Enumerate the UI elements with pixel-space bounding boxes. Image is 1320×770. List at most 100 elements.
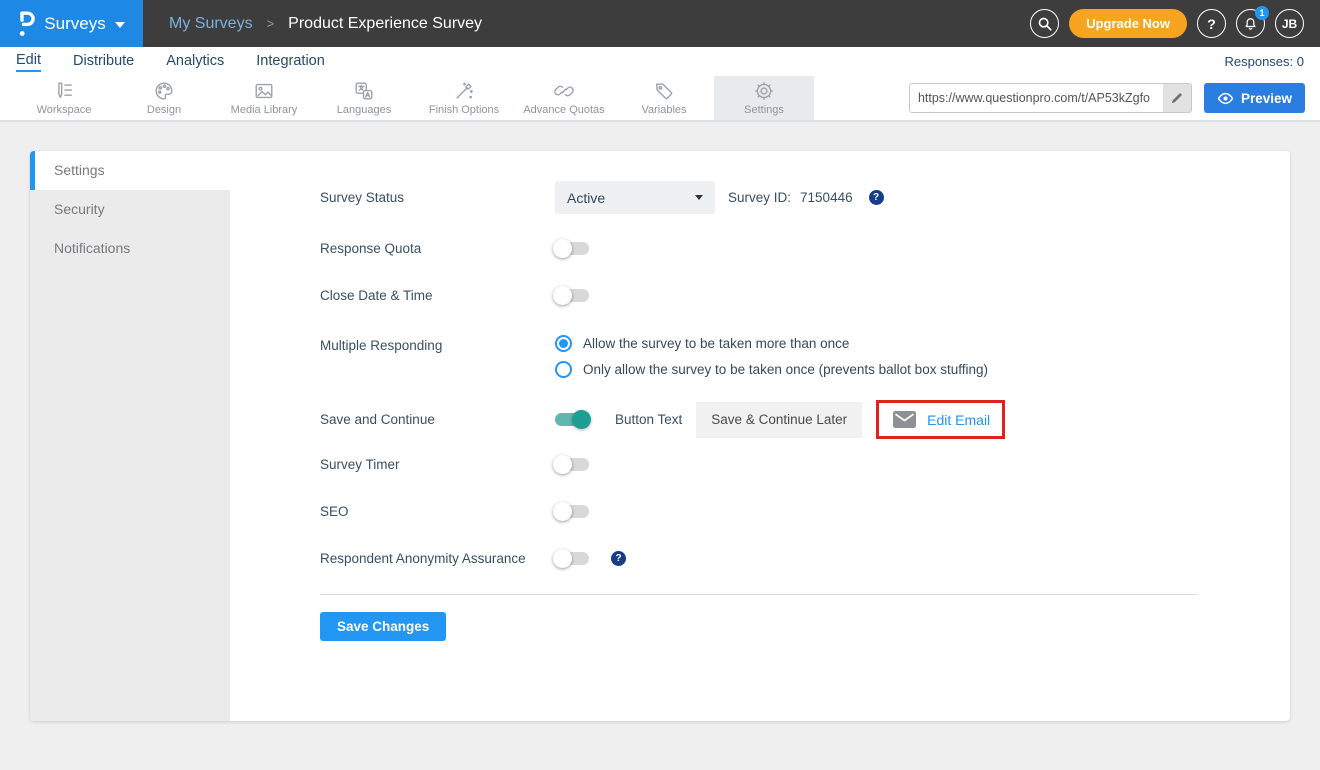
settings-sidebar: Settings Security Notifications: [30, 151, 230, 721]
multiple-responding-options: Allow the survey to be taken more than o…: [555, 335, 988, 378]
notifications-button[interactable]: 1: [1236, 9, 1265, 38]
toolbar-item-finish-options[interactable]: Finish Options: [414, 76, 514, 120]
toolbar-item-settings[interactable]: Settings: [714, 76, 814, 120]
edit-email-link[interactable]: Edit Email: [927, 412, 990, 428]
breadcrumb: My Surveys > Product Experience Survey: [169, 0, 482, 47]
media-library-icon: [253, 80, 275, 102]
survey-timer-label: Survey Timer: [320, 457, 555, 472]
radio-option-multiple[interactable]: Allow the survey to be taken more than o…: [555, 335, 988, 352]
save-and-continue-toggle[interactable]: [555, 413, 589, 426]
app-logo-menu[interactable]: Surveys: [0, 0, 143, 47]
advance-quotas-link-icon: [553, 80, 575, 102]
toolbar-item-label: Settings: [744, 104, 784, 116]
toggle-knob: [553, 502, 572, 521]
sidebar-item-security[interactable]: Security: [30, 190, 230, 229]
eye-icon: [1217, 92, 1234, 105]
radio-selected-icon[interactable]: [555, 335, 572, 352]
survey-timer-toggle[interactable]: [555, 458, 589, 471]
sidebar-item-settings[interactable]: Settings: [30, 151, 230, 190]
toolbar-item-label: Finish Options: [429, 104, 499, 116]
design-palette-icon: [153, 80, 175, 102]
respondent-anonymity-toggle[interactable]: [555, 552, 589, 565]
radio-option-label: Only allow the survey to be taken once (…: [583, 362, 988, 377]
breadcrumb-my-surveys[interactable]: My Surveys: [169, 15, 253, 33]
top-header-bar: Surveys My Surveys > Product Experience …: [0, 0, 1320, 47]
upgrade-now-button[interactable]: Upgrade Now: [1069, 9, 1187, 38]
notification-badge: 1: [1255, 6, 1269, 20]
response-quota-label: Response Quota: [320, 241, 555, 256]
avatar[interactable]: JB: [1275, 9, 1304, 38]
toolbar-item-label: Languages: [337, 104, 391, 116]
preview-button[interactable]: Preview: [1204, 83, 1305, 113]
edit-url-button[interactable]: [1163, 84, 1191, 112]
email-envelope-icon: [893, 411, 916, 428]
tab-integration[interactable]: Integration: [256, 53, 325, 71]
toggle-knob: [553, 455, 572, 474]
sidebar-item-notifications[interactable]: Notifications: [30, 229, 230, 268]
avatar-initials: JB: [1282, 17, 1297, 31]
search-icon: [1037, 16, 1052, 31]
save-and-continue-label: Save and Continue: [320, 412, 555, 427]
seo-toggle[interactable]: [555, 505, 589, 518]
toolbar-item-label: Workspace: [37, 104, 92, 116]
button-text-input[interactable]: Save & Continue Later: [696, 402, 862, 438]
radio-unselected-icon[interactable]: [555, 361, 572, 378]
settings-panel: Settings Security Notifications Survey S…: [30, 151, 1290, 721]
variables-tag-icon: [653, 80, 675, 102]
preview-label: Preview: [1241, 91, 1292, 106]
save-and-continue-row: Save and Continue Button Text Save & Con…: [320, 400, 1198, 439]
languages-icon: [353, 80, 375, 102]
save-changes-button[interactable]: Save Changes: [320, 612, 446, 641]
breadcrumb-separator: >: [267, 16, 275, 31]
tab-analytics[interactable]: Analytics: [166, 53, 224, 71]
toggle-knob: [553, 286, 572, 305]
settings-form: Survey Status Active Survey ID: 7150446 …: [230, 151, 1290, 721]
chevron-down-icon: [115, 22, 125, 28]
dropdown-caret-icon: [695, 195, 703, 200]
toolbar-item-media-library[interactable]: Media Library: [214, 76, 314, 120]
button-text-label: Button Text: [615, 412, 682, 427]
toolbar-item-label: Media Library: [231, 104, 298, 116]
survey-status-dropdown[interactable]: Active: [555, 181, 715, 214]
multiple-responding-row: Multiple Responding Allow the survey to …: [320, 335, 1198, 378]
toolbar-item-design[interactable]: Design: [114, 76, 214, 120]
close-date-toggle[interactable]: [555, 289, 589, 302]
tab-edit[interactable]: Edit: [16, 52, 41, 72]
radio-option-once[interactable]: Only allow the survey to be taken once (…: [555, 361, 988, 378]
finish-options-wand-icon: [453, 80, 475, 102]
toolbar-right-actions: https://www.questionpro.com/t/AP53kZgfo …: [909, 76, 1320, 120]
toolbar-item-advance-quotas[interactable]: Advance Quotas: [514, 76, 614, 120]
help-button[interactable]: ?: [1197, 9, 1226, 38]
survey-status-value: Active: [567, 190, 605, 206]
survey-url-text: https://www.questionpro.com/t/AP53kZgfo: [910, 91, 1163, 105]
toggle-knob: [572, 410, 591, 429]
survey-status-row: Survey Status Active Survey ID: 7150446 …: [320, 181, 1198, 214]
respondent-anonymity-help-icon[interactable]: ?: [611, 551, 626, 566]
toolbar-item-variables[interactable]: Variables: [614, 76, 714, 120]
header-actions: Upgrade Now ? 1 JB: [1030, 0, 1320, 47]
search-button[interactable]: [1030, 9, 1059, 38]
edit-pencil-icon: [1170, 92, 1183, 105]
toolbar-item-label: Design: [147, 104, 181, 116]
survey-id-label: Survey ID:: [728, 190, 791, 205]
radio-option-label: Allow the survey to be taken more than o…: [583, 336, 849, 351]
respondent-anonymity-row: Respondent Anonymity Assurance ?: [320, 551, 1198, 566]
survey-status-label: Survey Status: [320, 190, 555, 205]
help-question-label: ?: [1207, 16, 1216, 32]
settings-gear-icon: [753, 80, 775, 102]
survey-url-field[interactable]: https://www.questionpro.com/t/AP53kZgfo: [909, 83, 1192, 113]
survey-timer-row: Survey Timer: [320, 457, 1198, 472]
toggle-knob: [553, 239, 572, 258]
survey-id-value: 7150446: [800, 190, 853, 205]
edit-toolbar: Workspace Design Media Library Languages…: [0, 76, 1320, 122]
tab-distribute[interactable]: Distribute: [73, 53, 134, 71]
seo-row: SEO: [320, 504, 1198, 519]
response-quota-toggle[interactable]: [555, 242, 589, 255]
survey-id-help-icon[interactable]: ?: [869, 190, 884, 205]
toolbar-item-languages[interactable]: Languages: [314, 76, 414, 120]
toolbar-item-workspace[interactable]: Workspace: [14, 76, 114, 120]
toolbar-item-label: Advance Quotas: [523, 104, 604, 116]
questionpro-logo-icon: [18, 11, 35, 37]
seo-label: SEO: [320, 504, 555, 519]
breadcrumb-survey-title: Product Experience Survey: [288, 15, 482, 33]
